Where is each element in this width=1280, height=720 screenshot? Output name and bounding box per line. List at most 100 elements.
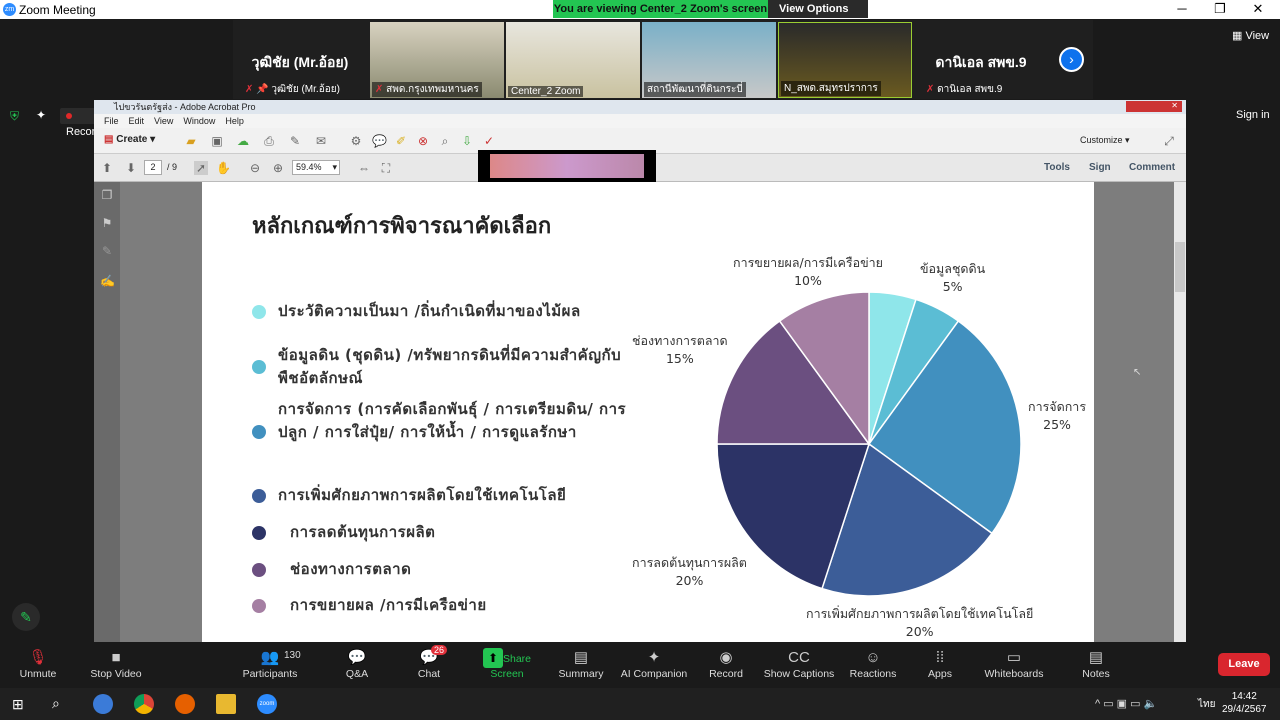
pdf-page: หลักเกณฑ์การพิจารณาคัดเลือก ประวัติความเ… [202, 182, 1094, 642]
button-label: Record [709, 668, 743, 680]
comment-tab[interactable]: Comment [1129, 162, 1175, 173]
annotate-pencil-icon[interactable]: ✎ [12, 603, 40, 631]
open-icon[interactable]: ▰ [184, 134, 198, 148]
summary-button[interactable]: ▤ Summary [541, 648, 621, 680]
participant-count: 130 [284, 650, 301, 661]
shield-icon[interactable]: ⛨ [10, 109, 19, 124]
system-tray-icons[interactable]: ^ ▭ ▣ ▭ 🔈 [1095, 697, 1157, 710]
whiteboards-button[interactable]: ▭ Whiteboards [974, 648, 1054, 680]
page-total: / 9 [167, 162, 178, 172]
menu-window[interactable]: Window [183, 116, 215, 126]
next-page-chevron-icon[interactable]: › [1059, 47, 1084, 72]
select-tool-icon[interactable]: ➚ [194, 161, 208, 175]
sign-in-link[interactable]: Sign in [1236, 109, 1270, 121]
chat-button[interactable]: 💬 26 Chat [389, 645, 469, 680]
print-icon[interactable]: ⎙ [262, 134, 276, 148]
q-a-button[interactable]: 💬 Q&A [317, 648, 397, 680]
customize-label: Customize [1080, 135, 1123, 145]
chrome-icon[interactable] [134, 694, 154, 714]
maximize-button[interactable]: ❐ [1200, 1, 1240, 17]
participant-tile[interactable]: ดานิเอล สพข.9 ✗ ดานิเอล สพข.9 [914, 22, 1048, 98]
next-page-icon[interactable]: ⬇ [124, 161, 138, 175]
settings-icon[interactable]: ⚙ [349, 134, 363, 148]
record-button[interactable]: ◉ Record [686, 648, 766, 680]
customize-dropdown[interactable]: Customize ▾ [1080, 135, 1130, 146]
notes-button[interactable]: ▤ Notes [1056, 648, 1136, 680]
sign-tab[interactable]: Sign [1089, 162, 1111, 173]
participant-video-tile-active-speaker[interactable]: N_สพด.สมุทรปราการ [778, 22, 912, 98]
share-screen-button[interactable]: ⬆ Share Screen [467, 648, 547, 680]
edit-icon[interactable]: ✎ [288, 134, 302, 148]
leave-button[interactable]: Leave [1218, 653, 1270, 676]
language-indicator[interactable]: ไทย [1198, 697, 1215, 712]
expand-icon[interactable]: ⤢ [1162, 134, 1176, 148]
previous-page-icon[interactable]: ⬆ [100, 161, 114, 175]
form-icon[interactable]: ✓ [482, 134, 496, 148]
comment-icon[interactable]: 💬 [372, 134, 387, 148]
zoom-in-icon[interactable]: ⊕ [271, 161, 285, 175]
fit-width-icon[interactable]: ⇔ [357, 161, 371, 175]
participant-name: วุฒิชัย (Mr.อ้อย) [251, 54, 349, 70]
show-captions-button[interactable]: CC Show Captions [759, 648, 839, 680]
mic-off-icon: ✗ [245, 84, 254, 95]
menu-view[interactable]: View [154, 116, 173, 126]
search-icon[interactable]: ⌕ [52, 695, 60, 712]
notes-icon: ▤ [1088, 649, 1104, 666]
signatures-icon[interactable]: ✍ [100, 274, 115, 288]
menu-file[interactable]: File [104, 116, 119, 126]
cloud-upload-icon[interactable]: ☁ [236, 134, 250, 148]
create-button[interactable]: ▤ Create ▾ [104, 134, 155, 145]
menu-help[interactable]: Help [225, 116, 244, 126]
menu-edit[interactable]: Edit [129, 116, 145, 126]
acrobat-close-button[interactable]: ✕ [1126, 101, 1182, 112]
button-label: Whiteboards [984, 668, 1044, 680]
email-icon[interactable]: ✉ [314, 134, 328, 148]
redact-icon[interactable]: ⊗ [416, 134, 430, 148]
participant-video-tile[interactable]: ✗ สพด.กรุงเทพมหานคร [370, 22, 504, 98]
participant-video-tile[interactable]: สถานีพัฒนาที่ดินกระบี่ [642, 22, 776, 98]
save-icon[interactable]: ▣ [210, 134, 224, 148]
participant-name: ดานิเอล สพข.9 [935, 54, 1027, 70]
view-button[interactable]: ▦ View [1232, 29, 1269, 42]
participant-tile[interactable]: วุฒิชัย (Mr.อ้อย) ✗ 📌 วุฒิชัย (Mr.อ้อย) [233, 22, 367, 98]
attachments-icon[interactable]: ✎ [100, 244, 114, 258]
bookmarks-icon[interactable]: ⚑ [100, 216, 114, 230]
stop-video-button[interactable]: ■ Stop Video [76, 648, 156, 680]
export-icon[interactable]: ⇩ [460, 134, 474, 148]
unmute-button[interactable]: 🎙 Unmute [0, 648, 78, 680]
file-explorer-icon[interactable] [216, 694, 236, 714]
browser-icon[interactable] [93, 694, 113, 714]
hand-tool-icon[interactable]: ✋ [216, 161, 231, 175]
participant-video-tile[interactable]: Center_2 Zoom [506, 22, 640, 98]
zoom-taskbar-icon[interactable]: zoom [257, 694, 277, 714]
chat-icon: 💬 [419, 649, 439, 666]
vertical-scrollbar[interactable] [1174, 182, 1186, 642]
windows-start-icon[interactable]: ⊞ [12, 696, 24, 713]
pages-icon[interactable]: ❐ [100, 188, 114, 202]
zoom-level-select[interactable]: 59.4% ▾ [292, 160, 340, 175]
close-button[interactable]: ✕ [1238, 1, 1278, 17]
ai-companion-button[interactable]: ✦ AI Companion [614, 648, 694, 680]
video-gallery-strip: วุฒิชัย (Mr.อ้อย) ✗ 📌 วุฒิชัย (Mr.อ้อย) … [233, 20, 1093, 99]
clock-date: 29/4/2567 [1222, 704, 1267, 715]
button-label: AI Companion [620, 668, 688, 680]
highlight-icon[interactable]: ✐ [394, 134, 408, 148]
minimize-button[interactable]: ─ [1162, 1, 1202, 16]
document-search-icon[interactable]: ⌕ [438, 134, 452, 148]
clock[interactable]: 14:42 29/4/2567 [1222, 690, 1267, 716]
view-options-button[interactable]: View Options ⌄ [768, 0, 868, 33]
page-number-input[interactable]: 2 [144, 160, 162, 175]
apps-button[interactable]: ⁞⁞ Apps [900, 648, 980, 680]
participants-button[interactable]: 👥 130 Participants [230, 648, 310, 680]
firefox-icon[interactable] [175, 694, 195, 714]
meeting-controls: 🎙 Unmute ■ Stop Video 👥 130 Participants 💬 Q&A 💬 2… [0, 642, 1280, 688]
sparkle-icon[interactable]: ✦ [36, 108, 46, 122]
mic-off-icon: ✗ [375, 84, 384, 95]
video-icon: ■ [111, 649, 121, 666]
fit-page-icon[interactable]: ⛶ [379, 161, 393, 175]
qa-icon: 💬 [347, 649, 367, 666]
scrollbar-thumb[interactable] [1175, 242, 1185, 292]
presenter-thumbnail-overlay [478, 150, 656, 182]
tools-tab[interactable]: Tools [1044, 162, 1070, 173]
zoom-out-icon[interactable]: ⊖ [248, 161, 262, 175]
